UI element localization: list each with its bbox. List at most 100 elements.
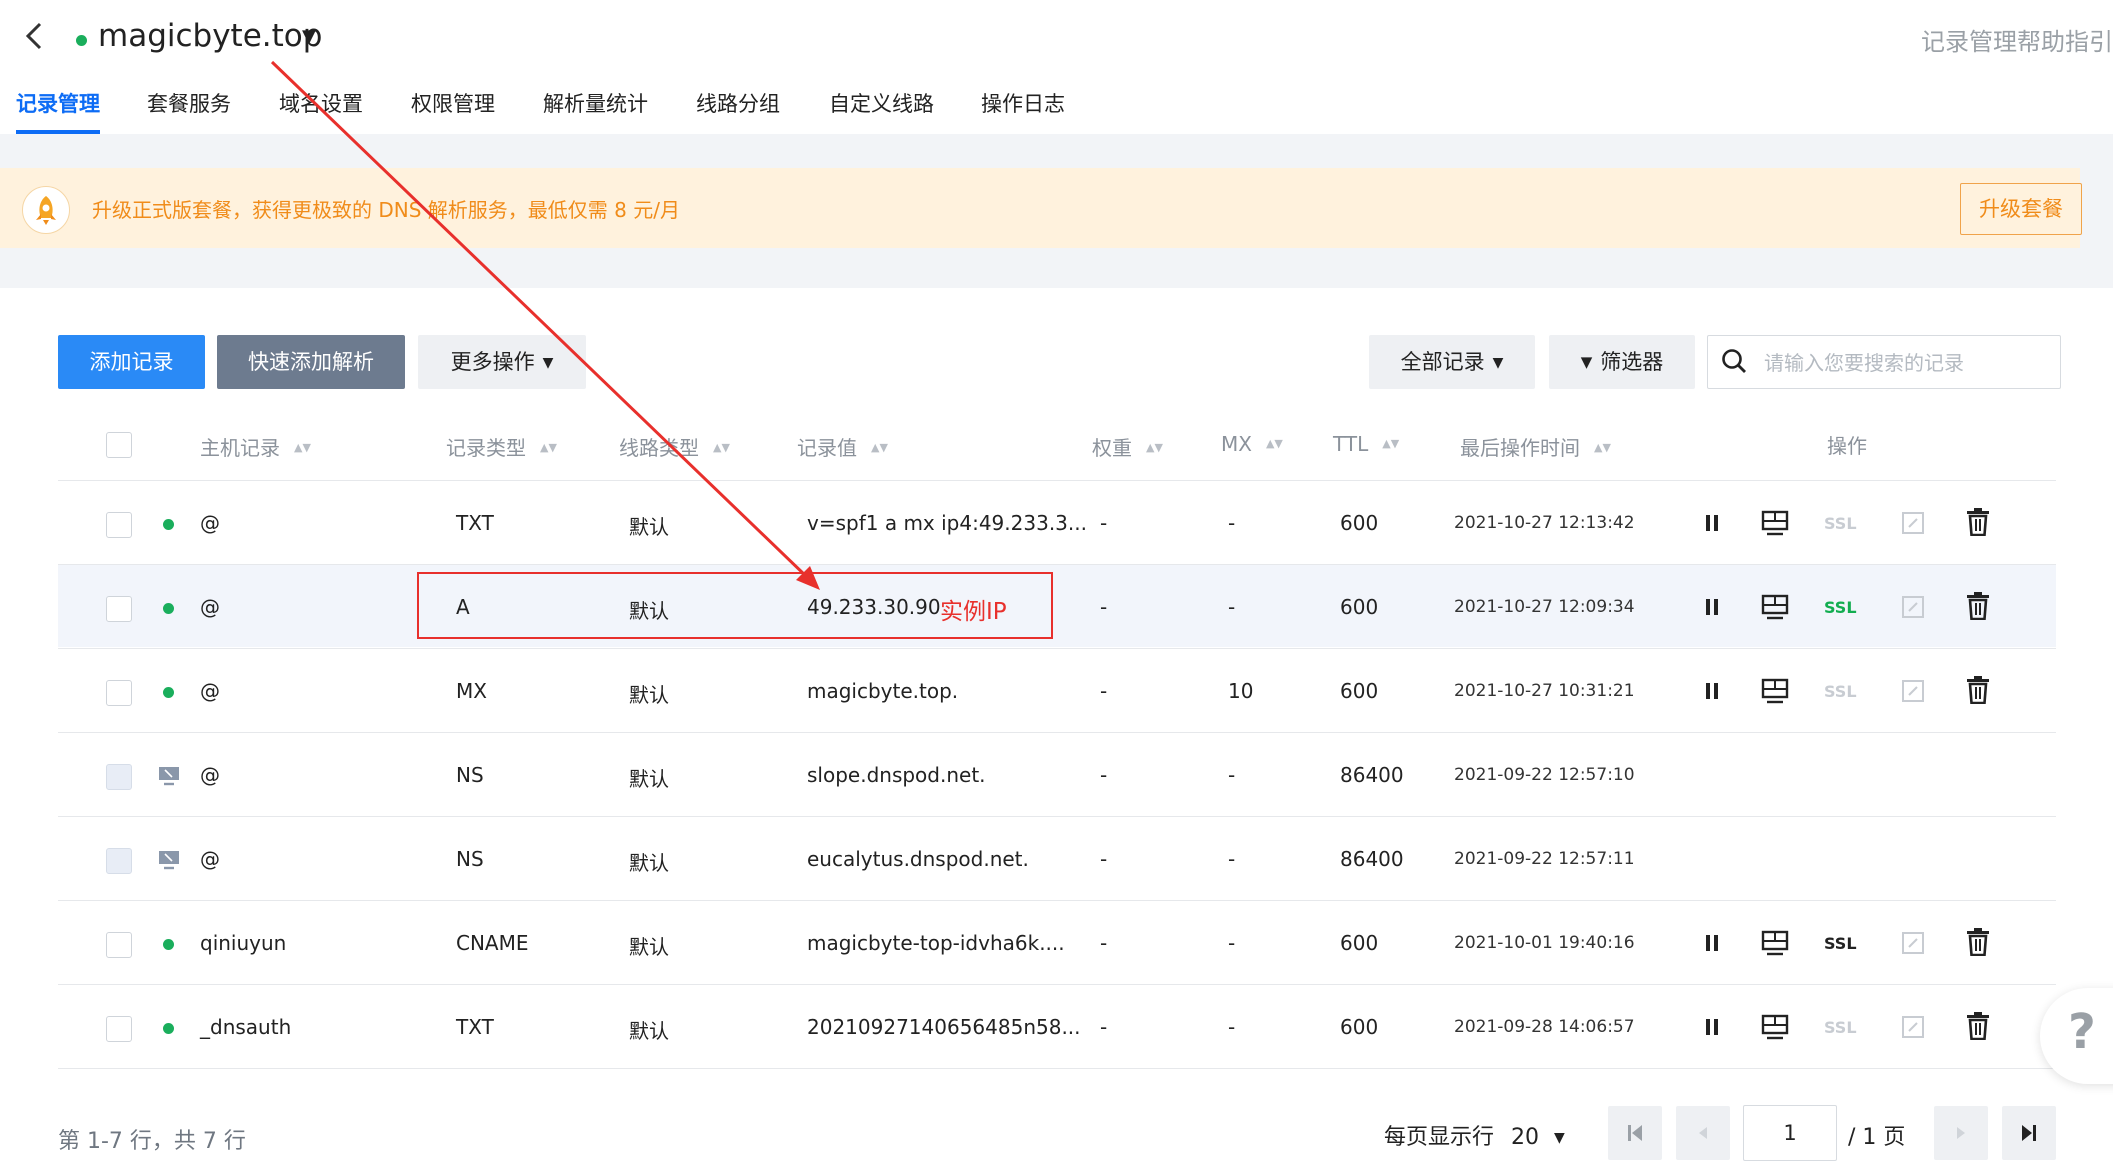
monitor-icon[interactable] (1761, 594, 1789, 624)
trash-icon[interactable] (1966, 1012, 1990, 1044)
pause-icon[interactable] (1705, 681, 1719, 705)
tab-permission-management[interactable]: 权限管理 (411, 88, 495, 118)
domain-title[interactable]: magicbyte.top (98, 16, 322, 56)
caret-down-icon: ▼ (542, 355, 554, 371)
tab-line-groups[interactable]: 线路分组 (696, 88, 780, 118)
row-checkbox[interactable] (106, 596, 132, 622)
ssl-button[interactable]: SSL (1824, 682, 1857, 701)
edit-icon[interactable] (1901, 678, 1925, 708)
column-header-host[interactable]: 主机记录 ▲▼ (200, 432, 311, 461)
page-size-label: 每页显示行 (1384, 1125, 1495, 1150)
ssl-button[interactable]: SSL (1824, 1018, 1857, 1037)
time-cell: 2021-10-27 12:09:34 (1454, 597, 1635, 617)
prev-page-button[interactable] (1676, 1106, 1730, 1160)
mx-cell: - (1228, 847, 1236, 871)
monitor-icon[interactable] (1761, 1014, 1789, 1044)
weight-cell: - (1100, 679, 1108, 703)
column-header-weight[interactable]: 权重 ▲▼ (1092, 432, 1163, 461)
ttl-cell: 600 (1340, 1015, 1379, 1039)
all-records-dropdown[interactable]: 全部记录 ▼ (1369, 335, 1535, 389)
more-actions-dropdown[interactable]: 更多操作 ▼ (418, 335, 586, 389)
tab-domain-settings[interactable]: 域名设置 (279, 88, 363, 118)
row-checkbox[interactable] (106, 932, 132, 958)
row-checkbox (106, 764, 132, 790)
next-page-button[interactable] (1934, 1106, 1988, 1160)
row-checkbox[interactable] (106, 512, 132, 538)
monitor-icon[interactable] (1761, 930, 1789, 960)
ttl-cell: 86400 (1340, 763, 1404, 787)
quick-add-button[interactable]: 快速添加解析 (217, 335, 405, 389)
monitor-icon[interactable] (1761, 678, 1789, 708)
question-mark-icon: ? (2068, 1004, 2096, 1060)
column-header-value[interactable]: 记录值 ▲▼ (797, 432, 888, 461)
add-record-button[interactable]: 添加记录 (58, 335, 205, 389)
tab-operation-log[interactable]: 操作日志 (981, 88, 1065, 118)
ssl-button[interactable]: SSL (1824, 514, 1857, 533)
first-page-button[interactable] (1608, 1106, 1662, 1160)
all-records-label: 全部记录 (1400, 350, 1485, 374)
value-cell: slope.dnspod.net. (807, 763, 986, 787)
value-cell: v=spf1 a mx ip4:49.233.3... (807, 511, 1087, 535)
row-divider (58, 1068, 2056, 1069)
edit-icon[interactable] (1901, 594, 1925, 624)
monitor-icon[interactable] (1761, 510, 1789, 540)
last-page-button[interactable] (2002, 1106, 2056, 1160)
column-header-type[interactable]: 记录类型 ▲▼ (446, 432, 557, 461)
line-cell: 默认 (629, 767, 669, 791)
column-header-time[interactable]: 最后操作时间 ▲▼ (1460, 432, 1611, 461)
column-header-line[interactable]: 线路类型 ▲▼ (619, 432, 730, 461)
row-count-summary: 第 1-7 行，共 7 行 (58, 1129, 246, 1154)
row-divider (58, 732, 2056, 733)
tab-record-management[interactable]: 记录管理 (16, 88, 100, 118)
pause-icon[interactable] (1705, 597, 1719, 621)
type-cell: TXT (456, 511, 494, 535)
mx-cell: - (1228, 595, 1236, 619)
edit-icon[interactable] (1901, 930, 1925, 960)
type-cell: TXT (456, 1015, 494, 1039)
row-divider (58, 816, 2056, 817)
select-all-checkbox[interactable] (106, 432, 132, 458)
row-checkbox[interactable] (106, 680, 132, 706)
filter-button[interactable]: ▼ 筛选器 (1549, 335, 1695, 389)
trash-icon[interactable] (1966, 676, 1990, 708)
trash-icon[interactable] (1966, 928, 1990, 960)
column-header-ttl[interactable]: TTL ▲▼ (1333, 432, 1399, 456)
page-number-input[interactable] (1743, 1105, 1837, 1161)
search-input[interactable] (1762, 340, 2056, 386)
weight-cell: - (1100, 847, 1108, 871)
total-pages: / 1 页 (1848, 1125, 1906, 1150)
trash-icon[interactable] (1966, 508, 1990, 540)
line-cell: 默认 (629, 935, 669, 959)
page-size-selector[interactable]: 每页显示行 20 ▼ (1384, 1119, 1565, 1151)
mx-cell: - (1228, 931, 1236, 955)
tab-query-statistics[interactable]: 解析量统计 (543, 88, 648, 118)
ssl-button[interactable]: SSL (1824, 598, 1857, 617)
edit-icon[interactable] (1901, 510, 1925, 540)
help-guide-link[interactable]: 记录管理帮助指引 (1921, 22, 2113, 57)
highlighted-row-background (58, 565, 2056, 647)
host-cell: qiniuyun (200, 931, 287, 955)
ttl-cell: 600 (1340, 679, 1379, 703)
row-checkbox[interactable] (106, 1016, 132, 1042)
record-enabled-dot (163, 939, 174, 950)
domain-caret-down-icon[interactable]: ▼ (302, 26, 316, 47)
time-cell: 2021-10-27 10:31:21 (1454, 681, 1635, 701)
tab-custom-lines[interactable]: 自定义线路 (829, 88, 934, 118)
pause-icon[interactable] (1705, 513, 1719, 537)
ssl-button[interactable]: SSL (1824, 934, 1857, 953)
pause-icon[interactable] (1705, 1017, 1719, 1041)
back-arrow-icon[interactable] (22, 16, 50, 56)
rocket-icon (22, 186, 70, 234)
type-cell: NS (456, 847, 484, 871)
pause-icon[interactable] (1705, 933, 1719, 957)
tab-package-service[interactable]: 套餐服务 (147, 88, 231, 118)
host-cell: @ (200, 595, 220, 619)
record-enabled-dot (163, 519, 174, 530)
trash-icon[interactable] (1966, 592, 1990, 624)
funnel-icon: ▼ (1580, 353, 1593, 371)
mx-cell: - (1228, 511, 1236, 535)
upgrade-package-button[interactable]: 升级套餐 (1960, 183, 2082, 235)
edit-icon[interactable] (1901, 1014, 1925, 1044)
column-header-mx[interactable]: MX ▲▼ (1221, 432, 1283, 456)
search-icon[interactable] (1721, 348, 1747, 374)
